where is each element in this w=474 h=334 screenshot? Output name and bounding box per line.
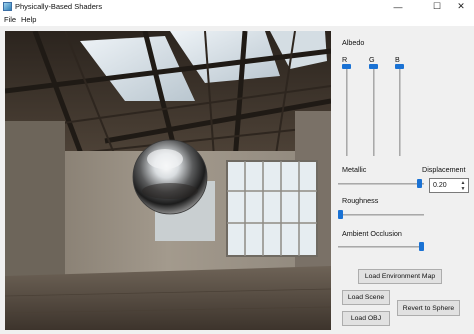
minimize-button[interactable]: — [383,0,413,13]
albedo-b-slider[interactable] [394,64,406,156]
slider-handle[interactable] [338,210,343,219]
displacement-spinbox[interactable]: 0.20 ▲ ▼ [429,178,469,193]
ambient-occlusion-slider[interactable] [338,242,424,252]
revert-to-sphere-button[interactable]: Revert to Sphere [397,300,460,316]
ambient-occlusion-label: Ambient Occlusion [342,229,402,238]
load-environment-map-button[interactable]: Load Environment Map [358,269,442,284]
slider-handle[interactable] [369,64,378,69]
albedo-g-slider[interactable] [368,64,380,156]
chrome-sphere [132,139,208,215]
load-scene-button[interactable]: Load Scene [342,290,390,305]
albedo-r-slider[interactable] [341,64,353,156]
menu-file[interactable]: File [4,15,16,24]
displacement-value[interactable]: 0.20 [433,182,447,189]
albedo-b-label: B [395,55,400,64]
metallic-label: Metallic [342,165,367,174]
app-icon [3,2,12,11]
slider-handle[interactable] [342,64,351,69]
slider-handle[interactable] [419,242,424,251]
environment-render [5,31,331,330]
menu-help[interactable]: Help [21,15,36,24]
slider-track [338,214,424,216]
roughness-label: Roughness [342,196,379,205]
slider-handle[interactable] [395,64,404,69]
slider-track [399,64,401,156]
load-obj-button[interactable]: Load OBJ [342,311,390,326]
render-viewport[interactable] [5,31,331,330]
albedo-r-label: R [342,55,348,64]
albedo-g-label: G [369,55,375,64]
displacement-label: Displacement [422,165,466,174]
slider-track [338,183,424,185]
close-button[interactable]: ✕ [446,0,474,13]
slider-track [373,64,375,156]
menu-bar [0,13,474,26]
slider-track [346,64,348,156]
slider-track [338,246,424,248]
slider-handle[interactable] [416,179,422,188]
albedo-label: Albedo [342,38,365,47]
window-title: Physically-Based Shaders [15,2,103,11]
roughness-slider[interactable] [338,210,424,220]
metallic-slider[interactable] [338,179,424,189]
spin-down-icon[interactable]: ▼ [459,186,467,192]
